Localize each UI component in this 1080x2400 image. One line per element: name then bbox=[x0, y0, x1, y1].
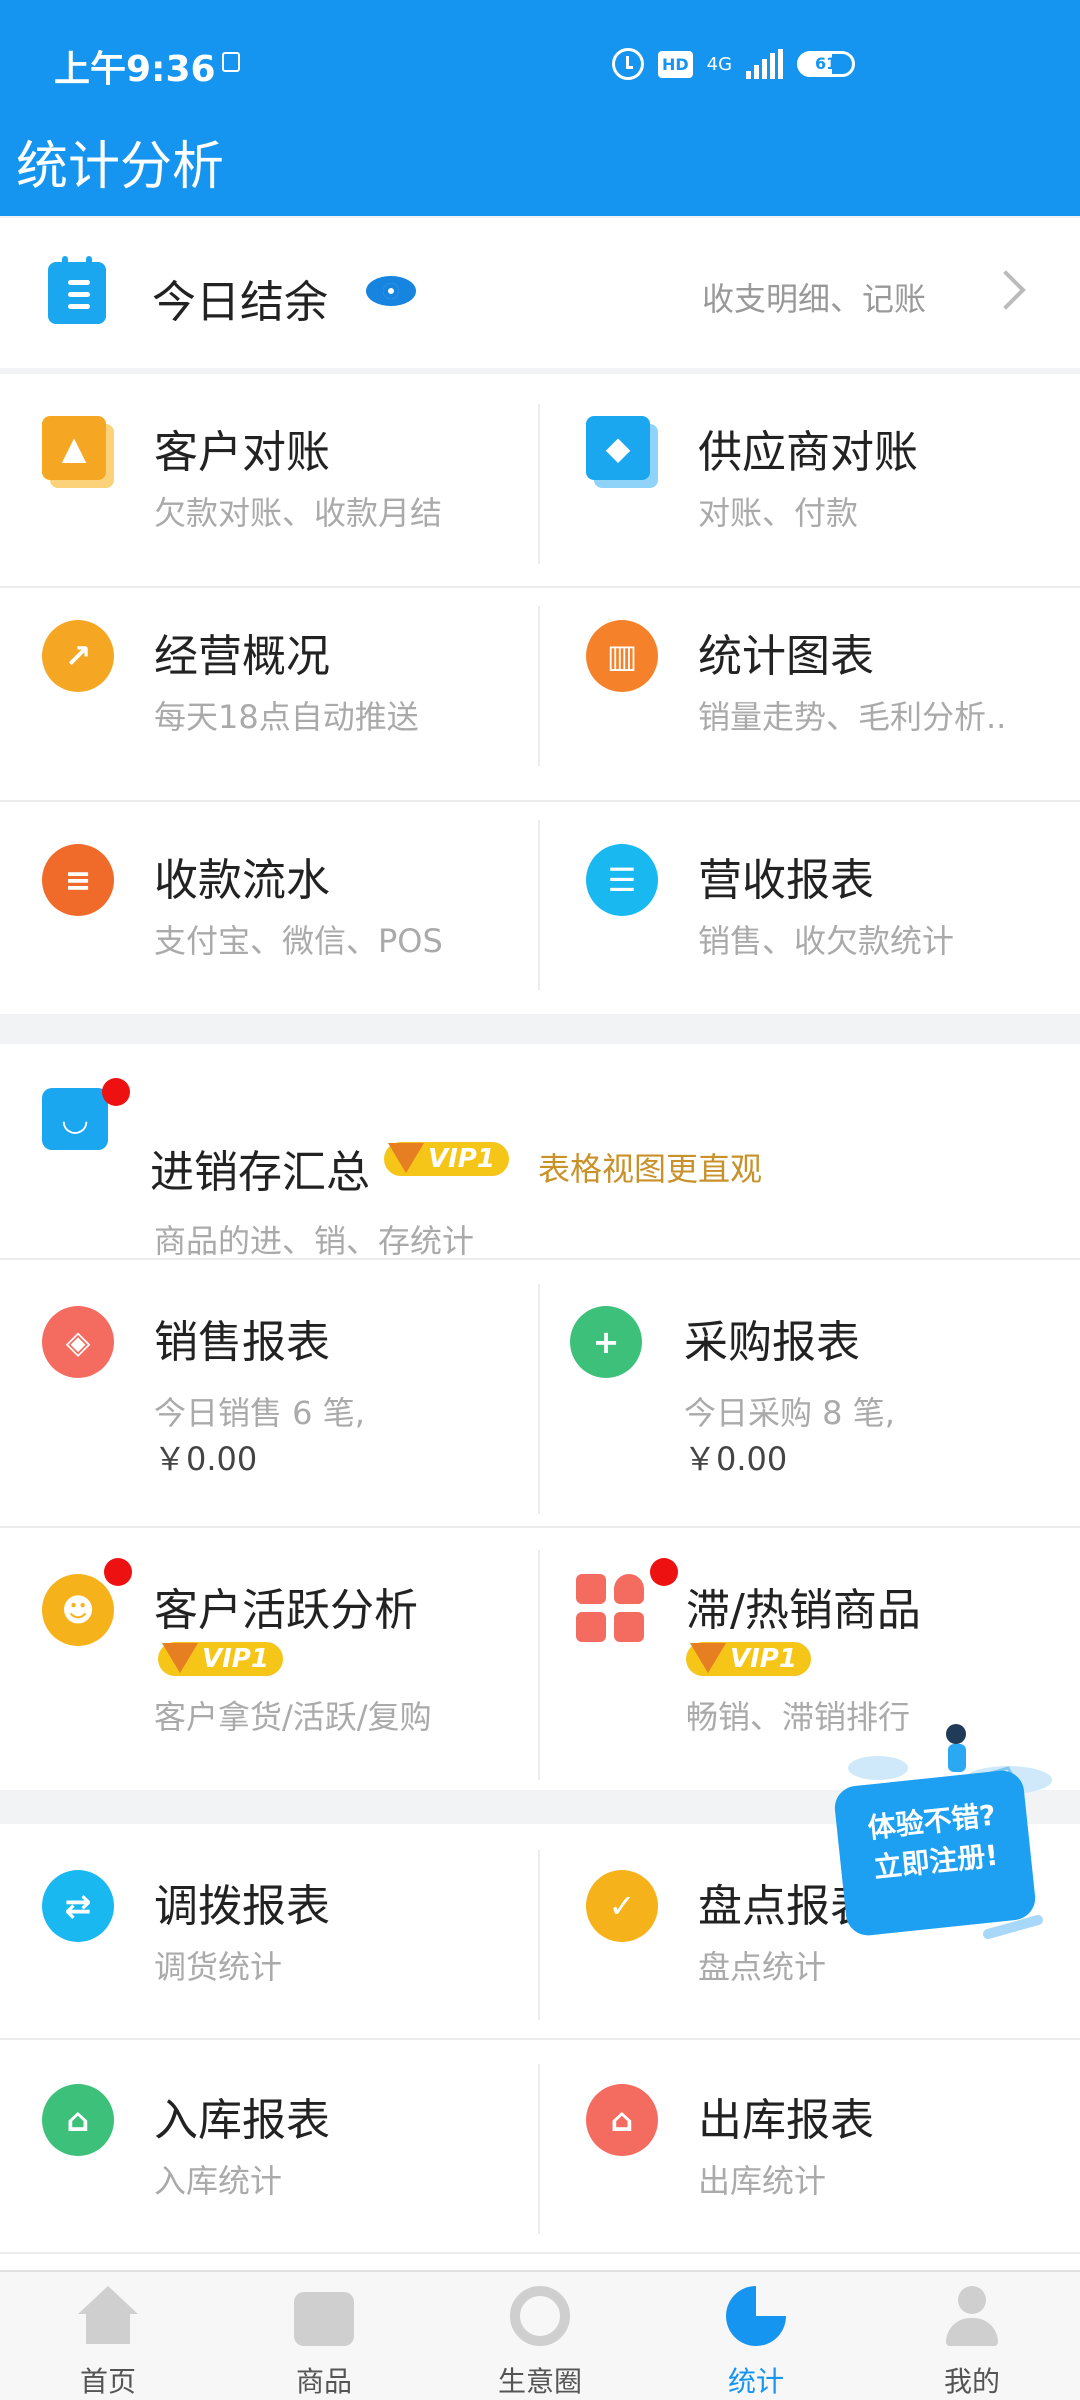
slow-hot-goods-title: 滞/热销商品 bbox=[686, 1585, 921, 1636]
today-balance-row[interactable]: 今日结余 收支明细、记账 bbox=[0, 218, 1080, 368]
register-promo-badge[interactable]: 体验不错? 立即注册! bbox=[832, 1720, 1070, 1940]
warehouse-in-icon: ⌂ bbox=[42, 2084, 114, 2156]
battery-icon: 61 bbox=[797, 51, 856, 77]
app-header: 上午9:36 HD 4G 61 统计分析 bbox=[0, 0, 1080, 216]
circle-icon bbox=[510, 2286, 570, 2346]
user-icon bbox=[942, 2286, 1002, 2346]
inbound-report-subtitle: 入库统计 bbox=[154, 2162, 283, 2200]
new-badge-dot bbox=[650, 1558, 678, 1586]
inbound-report-title: 入库报表 bbox=[154, 2095, 330, 2146]
inventory-section: ◡ 进销存汇总 VIP1 表格视图更直观 商品的进、销、存统计 ◈ 销售报表 今… bbox=[0, 1044, 1080, 1790]
new-badge-dot bbox=[102, 1078, 130, 1106]
sales-today-count: 今日销售 6 笔, bbox=[154, 1394, 365, 1432]
calendar-icon bbox=[48, 256, 106, 324]
notification-icon bbox=[222, 52, 240, 72]
tab-mine[interactable]: 我的 bbox=[864, 2272, 1080, 2400]
register-promo-card[interactable]: 体验不错? 立即注册! bbox=[832, 1768, 1038, 1938]
status-icons: HD 4G 61 bbox=[612, 44, 856, 84]
vip-badge: VIP1 bbox=[158, 1642, 283, 1676]
business-overview-subtitle: 每天18点自动推送 bbox=[154, 698, 419, 736]
revenue-report-title: 营收报表 bbox=[698, 855, 874, 906]
outbound-report-subtitle: 出库统计 bbox=[698, 2162, 827, 2200]
inventory-promo-text: 表格视图更直观 bbox=[538, 1150, 763, 1188]
coins-icon: ☰ bbox=[586, 844, 658, 916]
transfer-icon: ⇄ bbox=[42, 1870, 114, 1942]
transfer-report-title: 调拨报表 bbox=[154, 1881, 330, 1932]
supplier-reconcile-title: 供应商对账 bbox=[698, 427, 918, 478]
today-title: 今日结余 bbox=[152, 277, 328, 328]
transfer-report-subtitle: 调货统计 bbox=[154, 1948, 283, 1986]
finance-grid: ▲ 客户对账 欠款对账、收款月结 ◆ 供应商对账 对账、付款 ↗ 经营概况 每天… bbox=[0, 374, 1080, 1014]
customer-card-icon: ▲ bbox=[42, 416, 106, 480]
inventory-summary-subtitle: 商品的进、销、存统计 bbox=[154, 1222, 475, 1260]
tab-goods[interactable]: 商品 bbox=[216, 2272, 432, 2400]
customer-reconcile-title: 客户对账 bbox=[154, 427, 330, 478]
page-title: 统计分析 bbox=[16, 137, 225, 197]
tab-goods-label: 商品 bbox=[295, 2365, 352, 2398]
tab-business-circle-label: 生意圈 bbox=[497, 2365, 582, 2398]
alarm-icon bbox=[612, 48, 644, 80]
outbound-report-title: 出库报表 bbox=[698, 2095, 874, 2146]
bag-icon bbox=[294, 2292, 354, 2346]
inventory-summary-item[interactable]: ◡ 进销存汇总 VIP1 表格视图更直观 商品的进、销、存统计 bbox=[42, 1078, 1042, 1260]
tag-icon: ◈ bbox=[42, 1306, 114, 1378]
stocktake-report-subtitle: 盘点统计 bbox=[698, 1948, 827, 1986]
new-badge-dot bbox=[104, 1558, 132, 1586]
signal-icon bbox=[746, 49, 784, 79]
bottom-tab-bar: 首页 商品 生意圈 统计 我的 bbox=[0, 2270, 1080, 2400]
stat-charts-title: 统计图表 bbox=[698, 631, 874, 682]
eye-icon[interactable] bbox=[366, 276, 416, 306]
today-subtitle: 收支明细、记账 bbox=[702, 280, 927, 318]
grid-fire-icon bbox=[576, 1574, 648, 1646]
pie-chart-icon bbox=[726, 2286, 786, 2346]
supplier-reconcile-subtitle: 对账、付款 bbox=[698, 494, 859, 532]
vip-badge: VIP1 bbox=[686, 1642, 811, 1676]
bar-chart-icon: ▥ bbox=[586, 620, 658, 692]
business-overview-title: 经营概况 bbox=[154, 631, 330, 682]
clipboard-check-icon: ✓ bbox=[586, 1870, 658, 1942]
tab-statistics[interactable]: 统计 bbox=[648, 2272, 864, 2400]
trend-up-icon: ↗ bbox=[42, 620, 114, 692]
payment-flow-subtitle: 支付宝、微信、POS bbox=[154, 922, 443, 960]
customer-activity-title: 客户活跃分析 bbox=[154, 1585, 418, 1636]
tab-home[interactable]: 首页 bbox=[0, 2272, 216, 2400]
sales-report-title: 销售报表 bbox=[154, 1317, 330, 1368]
box-icon: ◆ bbox=[586, 416, 650, 480]
chevron-right-icon bbox=[986, 270, 1026, 310]
user-check-icon: ☻ bbox=[42, 1574, 114, 1646]
tab-home-label: 首页 bbox=[79, 2365, 136, 2398]
bag-plus-icon: + bbox=[570, 1306, 642, 1378]
customer-activity-subtitle: 客户拿货/活跃/复购 bbox=[154, 1698, 432, 1736]
network-label: 4G bbox=[706, 53, 733, 75]
stat-charts-subtitle: 销量走势、毛利分析.. bbox=[698, 698, 1007, 736]
purchase-today-count: 今日采购 8 笔, bbox=[684, 1394, 895, 1432]
revenue-report-subtitle: 销售、收欠款统计 bbox=[698, 922, 955, 960]
customer-reconcile-subtitle: 欠款对账、收款月结 bbox=[154, 494, 443, 532]
status-bar: 上午9:36 HD 4G 61 bbox=[0, 0, 1080, 120]
purchase-today-amount: ￥0.00 bbox=[684, 1440, 788, 1478]
receipt-icon: ≡ bbox=[42, 844, 114, 916]
status-time: 上午9:36 bbox=[54, 49, 216, 90]
tab-statistics-label: 统计 bbox=[727, 2365, 784, 2398]
tab-business-circle[interactable]: 生意圈 bbox=[432, 2272, 648, 2400]
hd-icon: HD bbox=[658, 50, 693, 78]
vip-badge: VIP1 bbox=[384, 1142, 509, 1176]
payment-flow-title: 收款流水 bbox=[154, 855, 330, 906]
tab-mine-label: 我的 bbox=[943, 2365, 1000, 2398]
inventory-summary-title: 进销存汇总 bbox=[150, 1147, 370, 1198]
shopping-bag-icon: ◡ bbox=[42, 1088, 108, 1150]
sales-today-amount: ￥0.00 bbox=[154, 1440, 258, 1478]
home-icon bbox=[78, 2286, 138, 2346]
purchase-report-title: 采购报表 bbox=[684, 1317, 860, 1368]
warehouse-out-icon: ⌂ bbox=[586, 2084, 658, 2156]
